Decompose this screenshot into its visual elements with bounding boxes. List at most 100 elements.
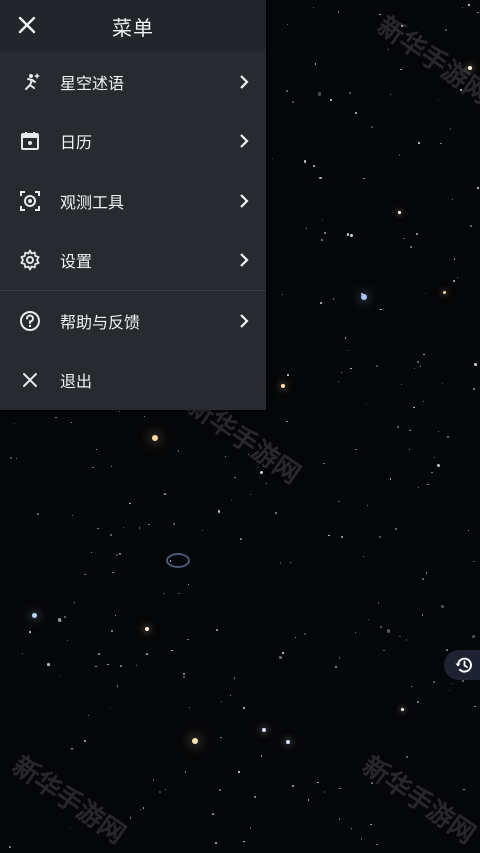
star: [338, 501, 340, 503]
star: [346, 232, 350, 236]
star: [390, 94, 392, 96]
star: [70, 422, 73, 424]
star: [409, 246, 412, 249]
star: [378, 536, 381, 539]
star: [417, 487, 419, 489]
bright-star: [361, 294, 367, 300]
star: [109, 706, 111, 708]
star: [422, 400, 425, 403]
star: [349, 92, 351, 95]
star: [405, 639, 408, 642]
star: [427, 483, 429, 485]
star: [452, 683, 454, 685]
star: [473, 705, 476, 708]
star: [145, 653, 148, 656]
star: [278, 656, 282, 660]
star: [272, 157, 274, 159]
star: [122, 527, 124, 529]
star: [47, 662, 50, 666]
star: [313, 165, 315, 167]
star: [406, 756, 409, 759]
star: [389, 477, 392, 480]
menu-item-help-feedback[interactable]: 帮助与反馈: [0, 291, 266, 351]
star: [409, 449, 411, 451]
star: [461, 679, 465, 683]
star: [16, 457, 18, 459]
star: [178, 592, 180, 594]
star: [365, 404, 367, 406]
star: [472, 635, 476, 639]
star: [380, 308, 382, 311]
star: [69, 827, 72, 830]
star: [9, 845, 11, 848]
star: [114, 614, 117, 617]
menu-item-star-tales[interactable]: 星空述语: [0, 52, 266, 112]
history-button[interactable]: [444, 650, 480, 680]
chevron-right-icon: [234, 191, 254, 211]
star: [337, 381, 339, 383]
star: [274, 512, 277, 515]
star: [328, 534, 330, 537]
star: [158, 790, 161, 793]
star: [453, 280, 455, 282]
star: [462, 788, 465, 791]
star: [355, 112, 357, 114]
star: [57, 618, 61, 622]
star: [317, 92, 321, 96]
star: [260, 755, 263, 757]
bright-star: [397, 210, 401, 214]
star: [95, 449, 97, 451]
chevron-right-icon: [234, 72, 254, 92]
star: [115, 554, 118, 557]
star: [143, 415, 145, 417]
star: [379, 13, 381, 15]
history-icon: [455, 657, 472, 673]
star: [338, 818, 341, 820]
star: [280, 562, 282, 564]
menu-item-label: 日历: [60, 133, 93, 153]
star: [477, 12, 479, 14]
star: [417, 361, 419, 364]
star: [430, 471, 433, 474]
star: [437, 463, 441, 467]
star: [135, 664, 138, 666]
star: [377, 602, 380, 604]
star: [350, 368, 352, 370]
star: [253, 796, 256, 798]
star: [64, 616, 66, 619]
star: [230, 500, 232, 502]
star: [349, 234, 353, 238]
star: [366, 504, 369, 507]
star: [177, 450, 180, 452]
star: [477, 187, 479, 189]
star: [285, 89, 288, 92]
star: [165, 788, 167, 790]
star: [220, 736, 222, 739]
star: [294, 636, 297, 639]
close-menu-button[interactable]: [12, 10, 42, 40]
bright-star: [400, 707, 404, 711]
star: [417, 142, 420, 145]
menu-item-observation-tools[interactable]: 观测工具: [0, 171, 266, 231]
menu-item-exit[interactable]: 退出: [0, 351, 266, 411]
chevron-right-icon: [234, 250, 254, 270]
star: [400, 383, 403, 385]
star: [399, 635, 401, 638]
star: [242, 706, 245, 709]
menu-item-label: 退出: [60, 372, 93, 392]
star: [446, 649, 448, 651]
bright-star: [286, 740, 290, 744]
menu-item-settings[interactable]: 设置: [0, 231, 266, 291]
bright-star: [281, 384, 285, 388]
bright-star: [152, 435, 158, 441]
star: [116, 685, 118, 687]
star: [292, 101, 294, 103]
menu-header: 菜单: [0, 0, 266, 52]
menu-item-calendar[interactable]: 日历: [0, 112, 266, 172]
star: [233, 677, 236, 679]
chevron-right-icon: [234, 311, 254, 331]
star: [129, 502, 131, 505]
menu-item-label: 星空述语: [60, 73, 125, 93]
star: [152, 779, 155, 781]
star: [303, 160, 306, 163]
